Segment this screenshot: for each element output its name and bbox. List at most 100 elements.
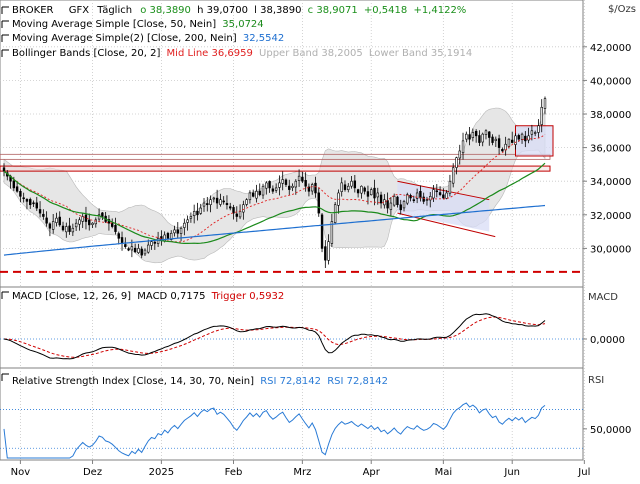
candle-body <box>35 202 38 209</box>
candle-body <box>297 175 301 181</box>
candle-body <box>370 189 373 196</box>
candle-body <box>196 210 199 216</box>
candle-body <box>399 204 402 211</box>
candle-body <box>137 248 140 253</box>
candle-body <box>179 227 183 234</box>
candle-body <box>317 192 320 214</box>
x-tick-label: Dez <box>83 467 102 478</box>
candle-body <box>530 130 534 135</box>
rsi-line <box>3 402 546 459</box>
price-tick-label: 38,0000 <box>590 110 631 121</box>
candle-body <box>478 135 481 143</box>
candle-body <box>255 190 258 199</box>
candle-body <box>524 135 527 142</box>
candle-body <box>189 216 193 219</box>
candle-body <box>537 125 540 133</box>
price-tick-label: 40,0000 <box>590 76 631 87</box>
candle-body <box>461 140 465 154</box>
candle-body <box>363 187 366 192</box>
candle-body <box>38 209 42 214</box>
rsi-value-2: RSI 72,8142 <box>327 376 388 387</box>
candle-body <box>517 135 520 140</box>
candle-body <box>42 213 45 217</box>
x-tick-label: Jul <box>577 467 590 478</box>
period: Täglich <box>96 5 132 16</box>
candle-body <box>468 134 471 140</box>
chart-svg: 30,0000 32,0000 34,0000 36,0000 38,0000 40,00… <box>0 0 636 478</box>
rsi-label: Relative Strength Index [Close, 14, 30, … <box>12 376 254 387</box>
candle-body <box>435 190 438 193</box>
candle-body <box>471 132 475 138</box>
candle-body <box>494 138 498 141</box>
rsi-marker-icon <box>1 373 9 381</box>
macd-line <box>3 313 546 360</box>
unit-label: $/Ozs <box>608 4 636 15</box>
candle-body <box>314 182 317 194</box>
candle-body <box>373 187 376 199</box>
ma50-label: Moving Average Simple [Close, 50, Nein] <box>12 19 216 30</box>
candle-body <box>301 176 304 182</box>
candle-body <box>271 188 275 192</box>
candle-body <box>324 246 327 261</box>
candle-body <box>291 185 294 188</box>
candle-body <box>153 241 157 244</box>
candle-body <box>543 98 547 109</box>
header-line: BROKER GFX Täglich o 38,3890 h 39,0700 l… <box>12 5 466 16</box>
price-tick-label: 42,0000 <box>590 43 631 54</box>
candle-body <box>425 199 429 201</box>
candle-body <box>74 222 78 228</box>
candle-body <box>274 187 278 191</box>
trigger-line <box>3 316 546 358</box>
resistance-band <box>0 165 551 172</box>
ma200-marker-icon <box>1 34 9 42</box>
candle-body <box>442 194 445 199</box>
candle-body <box>320 214 324 249</box>
candle-body <box>117 233 120 239</box>
bb-mid-value: Mid Line 36,6959 <box>167 48 253 59</box>
candle-body <box>150 241 153 246</box>
candle-body <box>432 189 435 199</box>
candle-body <box>343 184 347 190</box>
candle-body <box>448 180 452 194</box>
consolidation-box <box>514 125 554 157</box>
candle-body <box>386 200 389 209</box>
candle-body <box>288 185 291 190</box>
candle-body <box>225 203 229 206</box>
candle-body <box>304 180 307 187</box>
candle-body <box>488 131 491 138</box>
ma200-value: 32,5542 <box>243 33 284 44</box>
candle-body <box>379 194 383 204</box>
x-tick-label: Mrz <box>293 467 311 478</box>
change-value: +0,5418 <box>364 5 407 16</box>
ma200-legend: Moving Average Simple(2) [Close, 200, Ne… <box>12 33 284 44</box>
candle-body <box>166 233 170 239</box>
candle-body <box>19 190 22 197</box>
candle-body <box>242 204 245 213</box>
macd-tick-label: 0,0000 <box>590 335 625 346</box>
candle-body <box>222 200 225 203</box>
candle-body <box>360 185 363 194</box>
candle-body <box>209 199 212 206</box>
candle-body <box>497 138 501 148</box>
candle-body <box>533 132 537 134</box>
candle-body <box>219 199 222 205</box>
candle-body <box>268 181 271 189</box>
candle-body <box>2 167 6 172</box>
open-value: o 38,3890 <box>140 5 191 16</box>
candle-body <box>458 150 461 159</box>
candle-body <box>281 179 284 184</box>
rsi-lines: 50,0000 <box>0 402 631 459</box>
candle-body <box>484 130 488 135</box>
candle-body <box>88 219 91 226</box>
macd-legend: MACD [Close, 12, 26, 9] MACD 0,7175 Trig… <box>12 291 284 302</box>
candle-body <box>199 207 202 214</box>
candle-body <box>389 202 393 210</box>
candle-body <box>445 192 448 199</box>
x-tick-label: Feb <box>225 467 243 478</box>
candle-body <box>94 219 98 225</box>
candle-body <box>101 212 104 217</box>
candle-body <box>392 196 396 206</box>
candle-body <box>419 191 422 199</box>
candle-body <box>232 207 235 214</box>
candle-body <box>412 199 416 201</box>
